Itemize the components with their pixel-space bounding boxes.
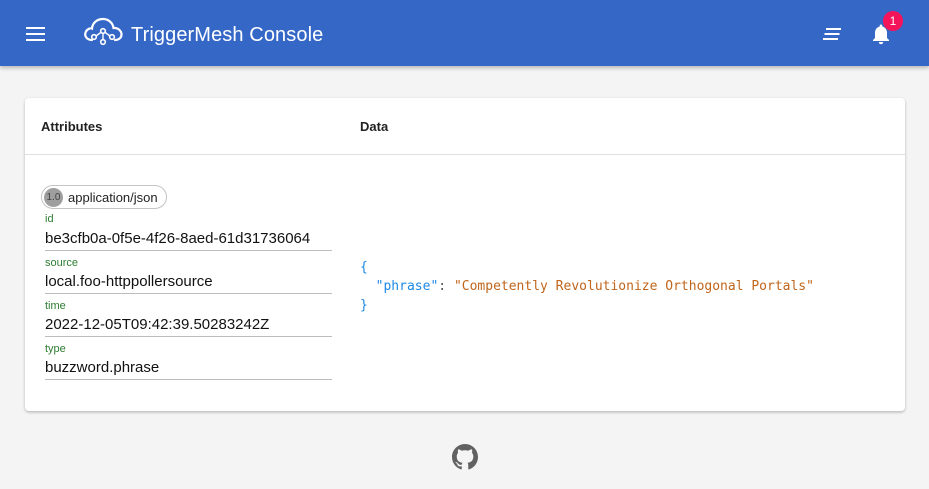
sort-list-icon: [823, 28, 841, 40]
attributes-column-header: Attributes: [41, 119, 103, 134]
github-icon[interactable]: [452, 444, 478, 470]
content-type-label: application/json: [68, 189, 158, 205]
attr-id-value: be3cfb0a-0f5e-4f26-8aed-61d31736064: [45, 230, 332, 251]
app-bar: TriggerMesh Console 1: [0, 0, 929, 66]
json-value: "Competently Revolutionize Orthogonal Po…: [453, 279, 814, 294]
menu-button[interactable]: [16, 17, 56, 51]
spec-version-avatar: 1.0: [44, 187, 63, 207]
data-column-header: Data: [360, 119, 389, 134]
json-colon: :: [438, 279, 454, 294]
attr-time-label: time: [45, 300, 66, 312]
json-close-brace: }: [360, 298, 368, 313]
attr-source-value: local.foo-httppollersource: [45, 273, 332, 294]
cloud-network-logo-icon: [84, 17, 123, 46]
notification-badge: 1: [883, 11, 903, 31]
event-card: Attributes Data 1.0 application/json id …: [25, 98, 905, 411]
app-title: TriggerMesh Console: [131, 24, 324, 46]
json-open-brace: {: [360, 260, 368, 275]
content-type-chip: 1.0 application/json: [41, 185, 167, 209]
event-list-button[interactable]: [814, 17, 850, 51]
hamburger-menu-icon: [26, 27, 45, 41]
attr-type-value: buzzword.phrase: [45, 359, 332, 380]
event-data-json: { "phrase": "Competently Revolutionize O…: [360, 258, 814, 315]
attr-time-value: 2022-12-05T09:42:39.50283242Z: [45, 316, 332, 337]
json-key: "phrase": [375, 279, 439, 294]
attr-id-label: id: [45, 213, 54, 225]
attr-source-label: source: [45, 257, 79, 269]
header-divider: [25, 154, 905, 155]
attr-type-label: type: [45, 343, 66, 355]
